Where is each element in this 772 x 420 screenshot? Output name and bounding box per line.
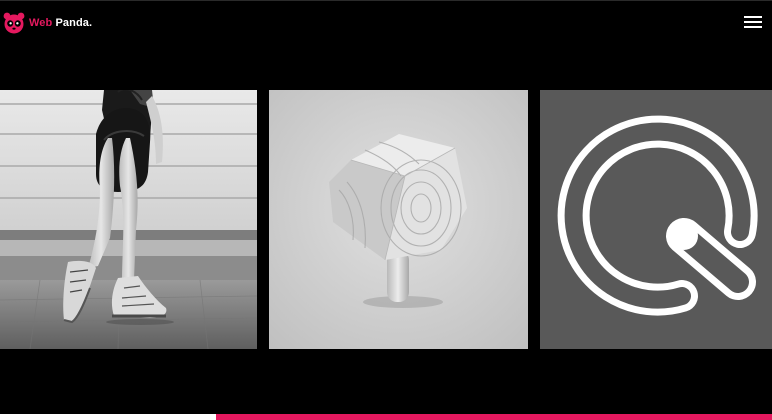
wooden-object-photo bbox=[269, 90, 528, 349]
portfolio-card-q-logo[interactable] bbox=[540, 90, 772, 349]
hamburger-menu-icon[interactable] bbox=[744, 16, 762, 29]
top-border bbox=[0, 0, 772, 1]
brand-name-part1: Web bbox=[29, 17, 53, 29]
brand-logo[interactable]: Web Panda. bbox=[3, 12, 92, 34]
portfolio-card-wooden-object[interactable] bbox=[269, 90, 528, 349]
fashion-photo bbox=[0, 90, 257, 349]
menu-line bbox=[744, 21, 762, 23]
menu-line bbox=[744, 16, 762, 18]
brand-name-part2: Panda. bbox=[55, 17, 93, 29]
scroll-progress-fill bbox=[216, 414, 772, 420]
q-logo-icon bbox=[540, 90, 772, 349]
brand-name: Web Panda. bbox=[29, 17, 92, 29]
portfolio-card-fashion[interactable] bbox=[0, 90, 257, 349]
panda-icon bbox=[3, 12, 25, 34]
menu-line bbox=[744, 26, 762, 28]
